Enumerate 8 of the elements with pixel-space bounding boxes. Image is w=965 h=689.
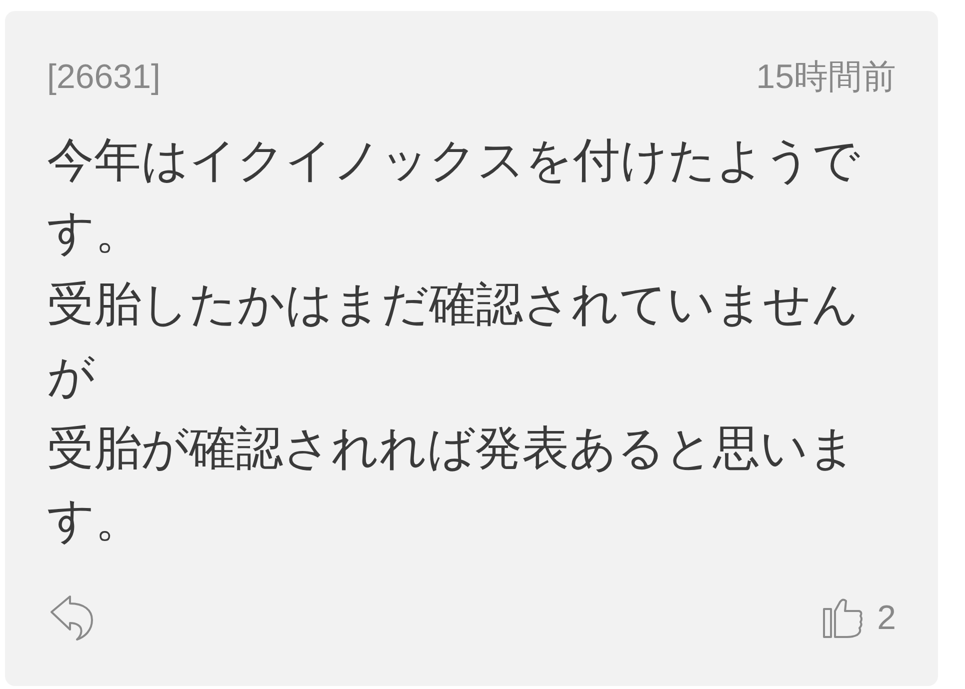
like-button[interactable]: 2 — [823, 598, 896, 638]
thumbs-up-icon — [823, 598, 864, 638]
comment-number: [26631] — [47, 57, 160, 98]
comment-paragraph: 受胎したかはまだ確認されていませんが — [47, 276, 860, 404]
timestamp: 15時間前 — [756, 57, 896, 98]
comment-paragraph: 今年はイクイノックスを付けたようです。 — [47, 132, 861, 260]
comment-paragraph: 受胎が確認されれば発表あると思います。 — [47, 420, 857, 548]
reply-icon[interactable] — [50, 595, 94, 641]
